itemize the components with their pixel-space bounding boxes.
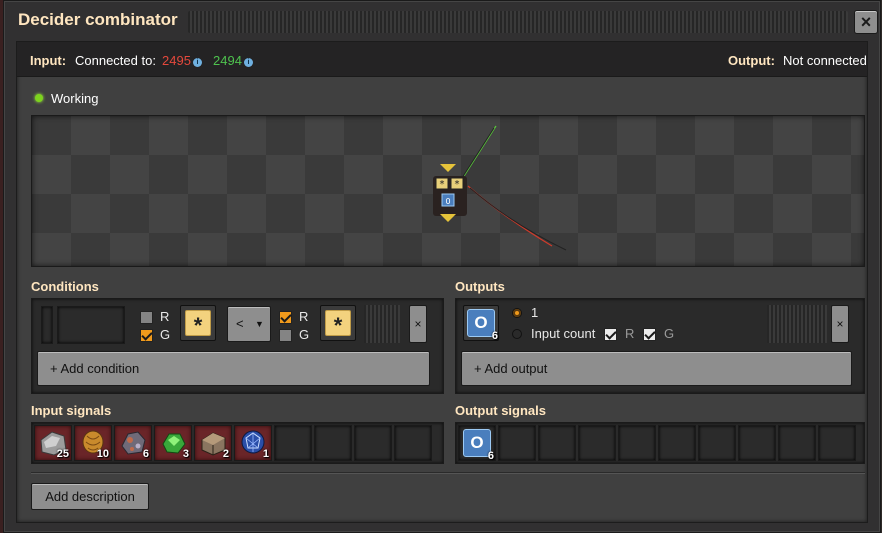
input-signal-slot[interactable]: 6: [114, 425, 152, 461]
signal-o-icon: O6: [467, 309, 498, 342]
input-count-radio[interactable]: [512, 329, 522, 339]
chevron-down-icon: ▼: [255, 319, 264, 329]
output-signal-selector[interactable]: O6: [463, 305, 499, 342]
condition-connector-slot: [57, 306, 125, 344]
everything-signal-icon: *: [325, 310, 351, 338]
empty-signal-slot: [818, 425, 856, 461]
empty-signal-slot: [618, 425, 656, 461]
comparator-dropdown[interactable]: < ▼: [227, 306, 271, 342]
signal-count: 1: [262, 448, 269, 460]
output-grip[interactable]: [767, 305, 827, 343]
output-red-network-checkbox[interactable]: [604, 328, 617, 341]
right-signal-selector[interactable]: *: [320, 305, 356, 341]
svg-text:*: *: [455, 179, 460, 190]
empty-signal-slot: [274, 425, 312, 461]
right-green-label: G: [299, 327, 310, 342]
output-signal-slot[interactable]: O6: [458, 425, 496, 462]
condition-drag-handle[interactable]: [41, 306, 53, 344]
output-red-label: R: [625, 326, 635, 341]
window-title: Decider combinator: [18, 10, 178, 29]
left-green-network-checkbox[interactable]: [140, 329, 153, 342]
empty-signal-slot: [658, 425, 696, 461]
right-red-label: R: [299, 309, 309, 324]
drag-handle[interactable]: [188, 11, 848, 33]
output-signal-count: 6: [491, 330, 498, 342]
svg-text:*: *: [440, 179, 445, 190]
outputs-frame: O6 1 Input count R G × + Add output: [455, 298, 865, 394]
remove-condition-button[interactable]: ×: [409, 305, 427, 343]
signal-count: 6: [142, 448, 149, 460]
input-signal-slot[interactable]: 25: [34, 425, 72, 461]
connection-header: Input: Connected to: 2495 i 2494 i Output:…: [17, 42, 867, 77]
comparator-value: <: [236, 316, 244, 331]
constant-value-radio[interactable]: [512, 308, 522, 318]
condition-grip[interactable]: [364, 305, 400, 343]
add-description-button[interactable]: Add description: [31, 483, 149, 510]
output-status: Not connected: [783, 53, 867, 68]
input-label: Input:: [30, 53, 67, 68]
info-icon[interactable]: i: [243, 58, 253, 67]
left-green-label: G: [160, 327, 171, 342]
add-output-button[interactable]: + Add output: [461, 351, 852, 386]
input-signal-slot[interactable]: 1: [234, 425, 272, 461]
signal-o-icon: O6: [463, 429, 494, 462]
output-green-network-checkbox[interactable]: [643, 328, 656, 341]
red-network-id: 2495 i: [162, 53, 202, 68]
input-signal-slot[interactable]: 3: [154, 425, 192, 461]
empty-signal-slot: [778, 425, 816, 461]
left-red-label: R: [160, 309, 170, 324]
empty-signal-slot: [538, 425, 576, 461]
input-signals-grid: 25 10 6 3 2 1: [31, 422, 444, 464]
right-red-network-checkbox[interactable]: [279, 311, 292, 324]
input-signal-slot[interactable]: 10: [74, 425, 112, 461]
output-signals-grid: O6: [455, 422, 865, 464]
empty-signal-slot: [738, 425, 776, 461]
decider-combinator-window: Decider combinator × Input: Connected to…: [3, 0, 881, 533]
remove-output-button[interactable]: ×: [831, 305, 849, 343]
signal-count: 2: [222, 448, 229, 460]
main-panel: Input: Connected to: 2495 i 2494 i Output:…: [16, 41, 868, 523]
output-label: Output:: [728, 53, 775, 68]
empty-signal-slot: [498, 425, 536, 461]
signal-count: 6: [487, 450, 494, 462]
empty-signal-slot: [314, 425, 352, 461]
title-bar[interactable]: Decider combinator ×: [4, 1, 880, 41]
svg-text:0: 0: [445, 197, 450, 206]
combinator-preview-graphic: * * 0: [433, 125, 567, 251]
right-green-network-checkbox[interactable]: [279, 329, 292, 342]
empty-signal-slot: [394, 425, 432, 461]
conditions-frame: R G * < ▼ R G * × + Add condition: [31, 298, 444, 394]
empty-signal-slot: [578, 425, 616, 461]
status-light-icon: [35, 94, 43, 102]
input-signal-slot[interactable]: 2: [194, 425, 232, 461]
empty-signal-slot: [698, 425, 736, 461]
signal-count: 3: [182, 448, 189, 460]
left-red-network-checkbox[interactable]: [140, 311, 153, 324]
status-label: Working: [51, 91, 99, 106]
conditions-title: Conditions: [31, 279, 99, 294]
green-network-id: 2494 i: [213, 53, 253, 68]
constant-value-label: 1: [531, 305, 539, 320]
everything-signal-icon: *: [185, 310, 211, 338]
entity-preview[interactable]: * * 0: [31, 115, 865, 267]
section-divider: [31, 472, 865, 474]
input-count-label: Input count: [531, 326, 596, 341]
outputs-title: Outputs: [455, 279, 505, 294]
add-condition-button[interactable]: + Add condition: [37, 351, 430, 386]
info-icon[interactable]: i: [192, 58, 202, 67]
input-signals-title: Input signals: [31, 403, 112, 418]
connected-to-label: Connected to:: [75, 53, 156, 68]
output-signals-title: Output signals: [455, 403, 546, 418]
empty-signal-slot: [354, 425, 392, 461]
signal-count: 25: [56, 448, 69, 460]
close-button[interactable]: ×: [854, 10, 878, 34]
left-signal-selector[interactable]: *: [180, 305, 216, 341]
output-green-label: G: [664, 326, 675, 341]
signal-count: 10: [96, 448, 109, 460]
